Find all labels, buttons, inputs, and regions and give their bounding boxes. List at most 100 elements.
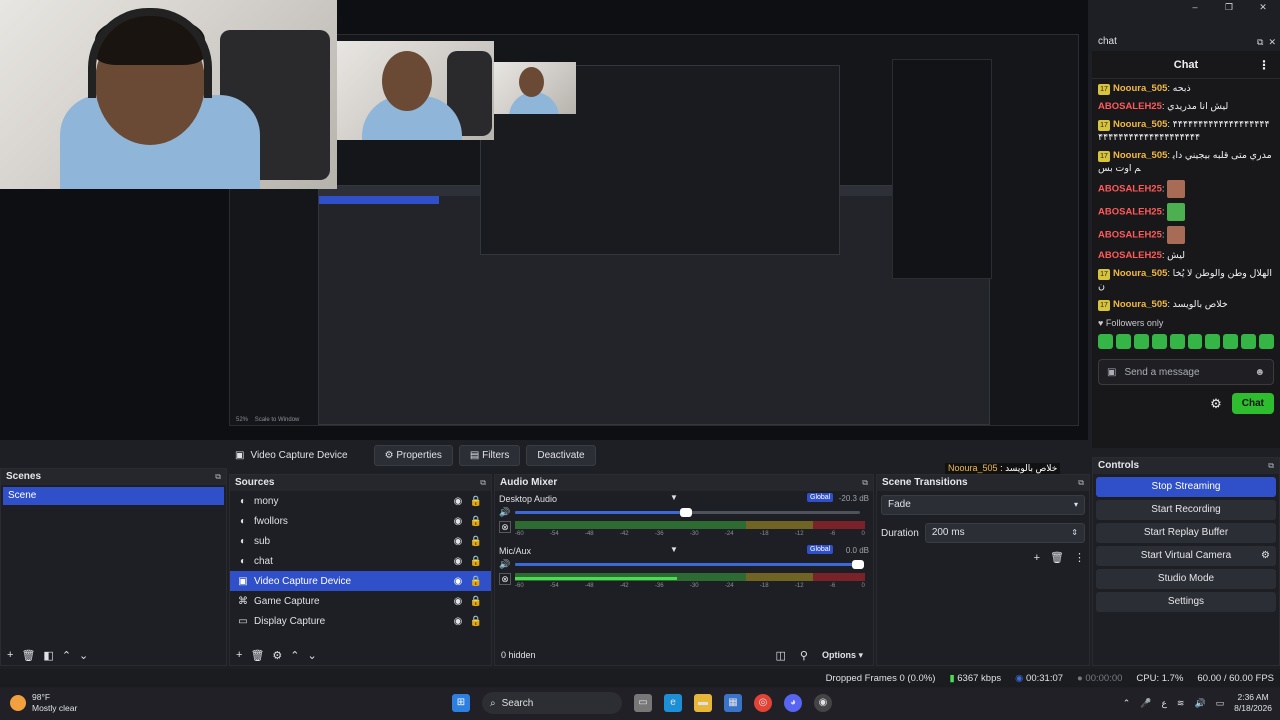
chevron-up-icon[interactable]: ⌃ xyxy=(290,649,299,662)
wifi-icon[interactable]: ≋ xyxy=(1177,698,1185,709)
more-icon[interactable]: ⋮ xyxy=(1074,551,1085,564)
visibility-eye-icon[interactable]: ◉ xyxy=(449,556,467,567)
add-icon[interactable]: + xyxy=(236,649,242,661)
chevron-down-icon[interactable]: ⌄ xyxy=(79,649,88,662)
start-icon[interactable]: ⊞ xyxy=(452,694,470,712)
chevron-up-icon[interactable]: ⌃ xyxy=(62,649,71,662)
gear-icon[interactable]: ⚙ xyxy=(272,649,282,662)
chat-settings-icon[interactable]: ⋮ xyxy=(1258,51,1270,79)
monitor-icon[interactable]: ⊗ xyxy=(499,573,511,585)
tray-chevron-icon[interactable]: ⌃ xyxy=(1123,698,1131,709)
channel-menu-icon[interactable]: ▼ xyxy=(670,493,678,502)
chat-username[interactable]: ABOSALEH25 xyxy=(1098,230,1162,241)
preview-canvas[interactable]: 52% Scale to Window xyxy=(0,0,1088,440)
control-button-start-recording[interactable]: Start Recording xyxy=(1096,500,1276,520)
trash-icon[interactable]: 🗑 xyxy=(250,649,264,662)
control-button-stop-streaming[interactable]: Stop Streaming xyxy=(1096,477,1276,497)
source-item[interactable]: ◐ fwollors ◉ 🔒 xyxy=(230,511,491,531)
chat-send-button[interactable]: Chat xyxy=(1231,393,1274,414)
control-button-start-replay-buffer[interactable]: Start Replay Buffer xyxy=(1096,523,1276,543)
channel-db: 0.0 dB xyxy=(845,546,869,555)
chat-username[interactable]: Nooura_505 xyxy=(1113,299,1167,310)
chrome-icon[interactable]: ◎ xyxy=(754,694,772,712)
lock-icon[interactable]: 🔒 xyxy=(467,496,485,507)
lock-icon[interactable]: 🔒 xyxy=(467,556,485,567)
duration-input[interactable]: 200 ms ⇕ xyxy=(924,523,1085,543)
volume-icon[interactable]: 🔊 xyxy=(499,507,510,518)
clock[interactable]: 2:36 AM 8/18/2026 xyxy=(1234,692,1272,714)
source-item[interactable]: ▣ Video Capture Device ◉ 🔒 xyxy=(230,571,491,591)
visibility-eye-icon[interactable]: ◉ xyxy=(449,516,467,527)
task-view-icon[interactable]: ▭ xyxy=(634,694,652,712)
visibility-eye-icon[interactable]: ◉ xyxy=(449,576,467,587)
filters-button[interactable]: ▤ Filters xyxy=(458,444,521,466)
control-button-start-virtual-camera[interactable]: Start Virtual Camera ⚙ xyxy=(1096,546,1276,566)
source-item[interactable]: ◐ sub ◉ 🔒 xyxy=(230,531,491,551)
link-icon[interactable]: ⚲ xyxy=(800,649,808,662)
add-icon[interactable]: + xyxy=(1034,552,1040,564)
volume-icon[interactable]: 🔊 xyxy=(499,559,510,570)
control-button-settings[interactable]: Settings xyxy=(1096,592,1276,612)
volume-knob[interactable] xyxy=(852,560,864,569)
scene-item[interactable]: Scene xyxy=(3,487,224,505)
source-item[interactable]: ⌘ Game Capture ◉ 🔒 xyxy=(230,591,491,611)
close-button[interactable]: ✕ xyxy=(1246,0,1280,14)
visibility-eye-icon[interactable]: ◉ xyxy=(449,616,467,627)
battery-icon[interactable]: ▭ xyxy=(1216,698,1225,709)
properties-button[interactable]: ⚙ Properties xyxy=(373,444,453,466)
edge-icon[interactable]: e xyxy=(664,694,682,712)
chat-username[interactable]: ABOSALEH25 xyxy=(1098,101,1162,112)
layout-icon[interactable]: ◫ xyxy=(776,649,786,662)
store-icon[interactable]: ▦ xyxy=(724,694,742,712)
weather-widget[interactable]: 98°F Mostly clear xyxy=(10,692,77,714)
chevron-down-icon[interactable]: ⌄ xyxy=(308,649,317,662)
source-type-icon: ◐ xyxy=(239,515,247,527)
dock-buttons[interactable]: ⧉ ✕ xyxy=(1257,33,1276,51)
volume-slider[interactable] xyxy=(515,508,860,517)
lock-icon[interactable]: 🔒 xyxy=(467,516,485,527)
visibility-eye-icon[interactable]: ◉ xyxy=(449,536,467,547)
chat-username[interactable]: Nooura_505 xyxy=(1113,119,1167,130)
trash-icon[interactable]: 🗑 xyxy=(21,649,35,662)
deactivate-button[interactable]: Deactivate xyxy=(526,444,596,466)
lock-icon[interactable]: 🔒 xyxy=(467,596,485,607)
trash-icon[interactable]: 🗑 xyxy=(1050,551,1064,564)
obs-icon[interactable]: ◉ xyxy=(814,694,832,712)
chat-username[interactable]: Nooura_505 xyxy=(1113,268,1167,279)
chat-message-input[interactable]: ▣ Send a message ☻ xyxy=(1098,359,1274,385)
chat-username[interactable]: ABOSALEH25 xyxy=(1098,184,1162,195)
source-item[interactable]: ◐ chat ◉ 🔒 xyxy=(230,551,491,571)
channel-menu-icon[interactable]: ▼ xyxy=(670,545,678,554)
transition-type-select[interactable]: Fade ▾ xyxy=(881,495,1085,515)
monitor-icon[interactable]: ⊗ xyxy=(499,521,511,533)
chat-username[interactable]: Nooura_505 xyxy=(1113,150,1167,161)
visibility-eye-icon[interactable]: ◉ xyxy=(449,496,467,507)
filter-icon[interactable]: ◧ xyxy=(43,649,53,662)
lock-icon[interactable]: 🔒 xyxy=(467,616,485,627)
chat-username[interactable]: ABOSALEH25 xyxy=(1098,250,1162,261)
volume-slider[interactable] xyxy=(515,560,864,569)
volume-icon[interactable]: 🔊 xyxy=(1194,698,1205,709)
discord-icon[interactable]: ◕ xyxy=(784,694,802,712)
visibility-eye-icon[interactable]: ◉ xyxy=(449,596,467,607)
mic-icon[interactable]: 🎤 xyxy=(1140,698,1151,709)
volume-knob[interactable] xyxy=(679,508,692,517)
source-item[interactable]: ◐ mony ◉ 🔒 xyxy=(230,491,491,511)
control-button-studio-mode[interactable]: Studio Mode xyxy=(1096,569,1276,589)
chat-gear-icon[interactable]: ⚙ xyxy=(1210,396,1222,412)
maximize-button[interactable]: ❐ xyxy=(1212,0,1246,14)
taskbar-search[interactable]: ⌕ Search xyxy=(482,692,622,714)
minimize-button[interactable]: – xyxy=(1178,0,1212,14)
virtual-camera-gear-icon[interactable]: ⚙ xyxy=(1261,546,1270,566)
chat-username[interactable]: Nooura_505 xyxy=(1113,83,1167,94)
mixer-options-button[interactable]: Options ▾ xyxy=(822,650,863,661)
lock-icon[interactable]: 🔒 xyxy=(467,576,485,587)
language-indicator[interactable]: ع xyxy=(1162,698,1167,709)
emote-picker-icon[interactable]: ☻ xyxy=(1254,367,1265,378)
lock-icon[interactable]: 🔒 xyxy=(467,536,485,547)
add-icon[interactable]: + xyxy=(7,649,13,661)
emote-row[interactable] xyxy=(1092,330,1280,353)
file-explorer-icon[interactable]: ▬ xyxy=(694,694,712,712)
chat-username[interactable]: ABOSALEH25 xyxy=(1098,207,1162,218)
source-item[interactable]: ▭ Display Capture ◉ 🔒 xyxy=(230,611,491,631)
